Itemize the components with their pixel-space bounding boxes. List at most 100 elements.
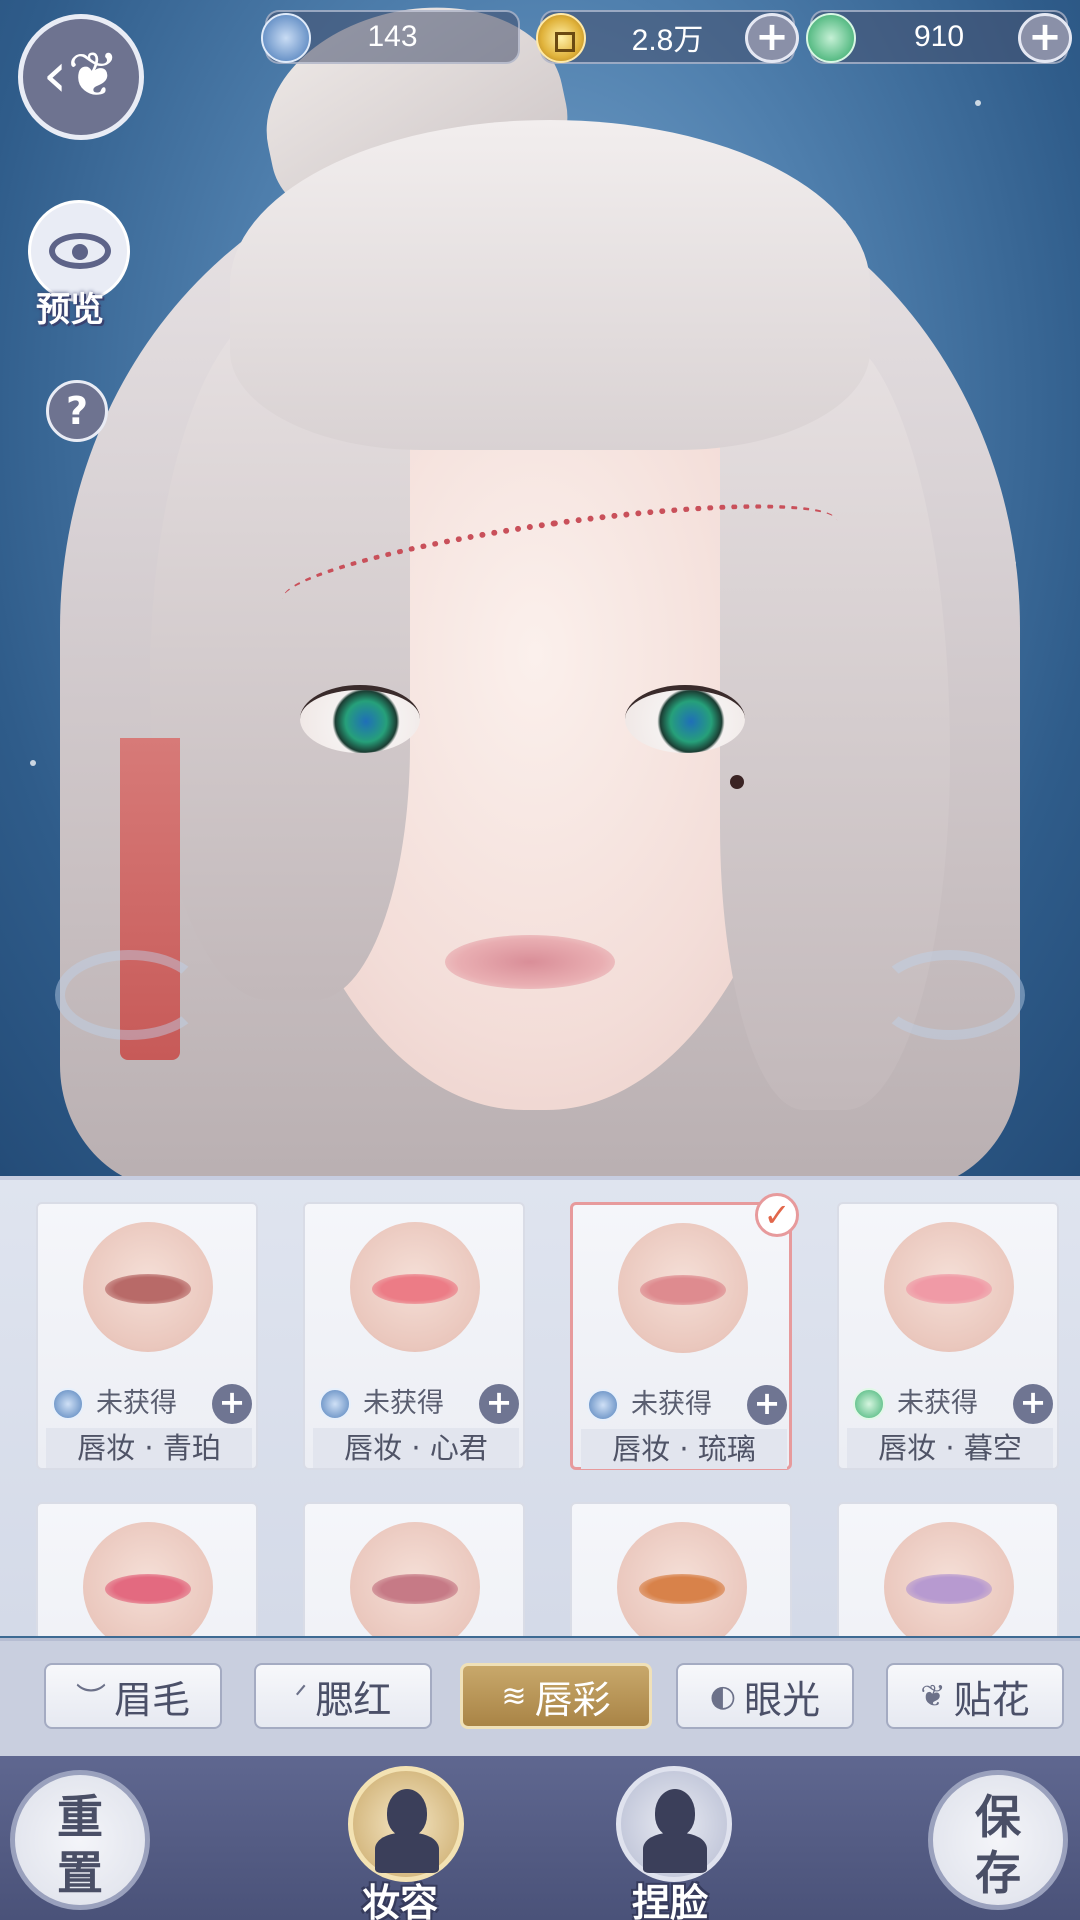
preview-label: 预览 <box>36 290 104 330</box>
add-gold-button[interactable]: + <box>745 13 799 63</box>
background-star <box>30 760 36 766</box>
acquire-button[interactable]: + <box>1013 1384 1053 1424</box>
lip-color-preview <box>639 1574 725 1604</box>
save-label-2: 存 <box>975 1846 1021 1900</box>
makeup-item-panel[interactable]: 未获得 + 唇妆 · 青珀 未获得 + 唇妆 · 心君 未获得 + 唇妆 · 琉璃 ✓ 未获得 + 唇妆… <box>0 1176 1080 1636</box>
tab-blush[interactable]: ᐟ 腮红 <box>254 1663 432 1729</box>
tab-label: 眉毛 <box>113 1677 190 1722</box>
tab-eyebrow[interactable]: ︶ 眉毛 <box>44 1663 222 1729</box>
lip-color-preview <box>372 1274 458 1304</box>
face-sculpt-tab-button[interactable] <box>616 1766 732 1882</box>
leaf-decal-icon: ❦ <box>920 1678 946 1714</box>
reset-label-1: 重 <box>57 1790 103 1844</box>
lip-swatch <box>83 1222 213 1352</box>
eyebrow-icon: ︶ <box>75 1682 106 1717</box>
rotate-left-icon[interactable] <box>55 950 205 1040</box>
save-label-1: 保 <box>975 1790 1021 1844</box>
add-jade-button[interactable]: + <box>1018 13 1072 63</box>
lip-makeup-card[interactable]: 未获得 + 唇妆 · 心君 <box>303 1202 525 1470</box>
face-sculpt-tab-label: 捏脸 <box>632 1880 709 1920</box>
currency-gold: 2.8万 + <box>536 10 799 64</box>
card-name: 唇妆 · 心君 <box>313 1428 519 1468</box>
card-name: 唇妆 · 暮空 <box>847 1428 1053 1468</box>
lips-icon: ≋ <box>501 1678 527 1714</box>
character-hair-top <box>230 120 870 450</box>
back-button[interactable]: ‹❦ <box>18 14 144 140</box>
jade-dragon-coin-icon <box>853 1388 885 1420</box>
card-status: 未获得 + <box>853 1384 1053 1424</box>
character-lips <box>445 935 615 989</box>
blush-icon: ᐟ <box>294 1678 308 1714</box>
silver-feather-coin-icon <box>261 13 311 63</box>
lip-color-preview <box>906 1274 992 1304</box>
character-left-eye <box>300 685 420 753</box>
acquire-button[interactable]: + <box>212 1384 252 1424</box>
save-button[interactable]: 保 存 <box>928 1770 1068 1910</box>
lip-swatch <box>350 1222 480 1352</box>
lip-color-preview <box>640 1275 726 1305</box>
silver-feather-coin-icon <box>319 1388 351 1420</box>
card-status: 未获得 + <box>319 1384 519 1424</box>
currency-silver: 143 <box>261 10 520 64</box>
acquire-button[interactable]: + <box>479 1384 519 1424</box>
lip-swatch <box>884 1522 1014 1636</box>
lip-color-preview <box>906 1574 992 1604</box>
tab-lips[interactable]: ≋ 唇彩 <box>460 1663 652 1729</box>
lip-swatch <box>83 1522 213 1636</box>
gold-coin-icon <box>536 13 586 63</box>
card-status-text: 未获得 <box>631 1389 712 1420</box>
help-button[interactable]: ? <box>46 380 108 442</box>
lip-swatch <box>350 1522 480 1636</box>
makeup-tab-label: 妆容 <box>362 1880 439 1920</box>
reset-label-2: 置 <box>57 1846 103 1900</box>
bottom-nav: 重 置 妆容 捏脸 保 存 <box>0 1756 1080 1920</box>
selected-check-icon: ✓ <box>755 1193 799 1237</box>
makeup-tab-button[interactable] <box>348 1766 464 1882</box>
lip-swatch <box>884 1222 1014 1352</box>
currency-jade: 910 + <box>806 10 1072 64</box>
lip-makeup-card[interactable] <box>36 1502 258 1636</box>
eye-icon <box>49 233 111 269</box>
acquire-button[interactable]: + <box>747 1385 787 1425</box>
character-viewport[interactable] <box>0 0 1080 1176</box>
lip-makeup-card[interactable]: 未获得 + 唇妆 · 青珀 <box>36 1202 258 1470</box>
rotate-right-icon[interactable] <box>875 950 1025 1040</box>
makeup-category-tabs: ︶ 眉毛 ᐟ 腮红 ≋ 唇彩 ◐ 眼光 ❦ 贴花 <box>0 1638 1080 1756</box>
card-status-text: 未获得 <box>363 1388 444 1419</box>
lip-color-preview <box>105 1274 191 1304</box>
avatar-body <box>643 1833 707 1873</box>
silver-feather-coin-icon <box>52 1388 84 1420</box>
card-name: 唇妆 · 青珀 <box>46 1428 252 1468</box>
eye-glint-icon: ◐ <box>709 1678 737 1714</box>
female-avatar-icon <box>387 1789 427 1837</box>
tab-label: 腮红 <box>315 1677 392 1722</box>
face-avatar-icon <box>655 1789 695 1837</box>
card-status: 未获得 + <box>587 1385 787 1425</box>
reset-button[interactable]: 重 置 <box>10 1770 150 1910</box>
avatar-body <box>375 1833 439 1873</box>
lip-makeup-card[interactable] <box>303 1502 525 1636</box>
card-status-text: 未获得 <box>897 1388 978 1419</box>
lip-color-preview <box>372 1574 458 1604</box>
tab-label: 眼光 <box>744 1677 821 1722</box>
card-status-text: 未获得 <box>96 1388 177 1419</box>
lip-makeup-card[interactable] <box>837 1502 1059 1636</box>
tab-label: 贴花 <box>953 1677 1030 1722</box>
character-right-eye <box>625 685 745 753</box>
background-star <box>975 100 981 106</box>
lip-makeup-card[interactable] <box>570 1502 792 1636</box>
tab-label: 唇彩 <box>534 1677 611 1722</box>
lip-color-preview <box>105 1574 191 1604</box>
character-beauty-mark <box>730 775 744 789</box>
butterfly-back-icon: ‹❦ <box>42 38 120 111</box>
lip-swatch <box>618 1223 748 1353</box>
jade-dragon-coin-icon <box>806 13 856 63</box>
card-name: 唇妆 · 琉璃 <box>581 1429 787 1469</box>
lip-makeup-card[interactable]: 未获得 + 唇妆 · 暮空 <box>837 1202 1059 1470</box>
card-status: 未获得 + <box>52 1384 252 1424</box>
lip-swatch <box>617 1522 747 1636</box>
tab-leaf-decal[interactable]: ❦ 贴花 <box>886 1663 1064 1729</box>
lip-makeup-card[interactable]: 未获得 + 唇妆 · 琉璃 ✓ <box>570 1193 799 1470</box>
silver-feather-coin-icon <box>587 1389 619 1421</box>
tab-eye-glint[interactable]: ◐ 眼光 <box>676 1663 854 1729</box>
